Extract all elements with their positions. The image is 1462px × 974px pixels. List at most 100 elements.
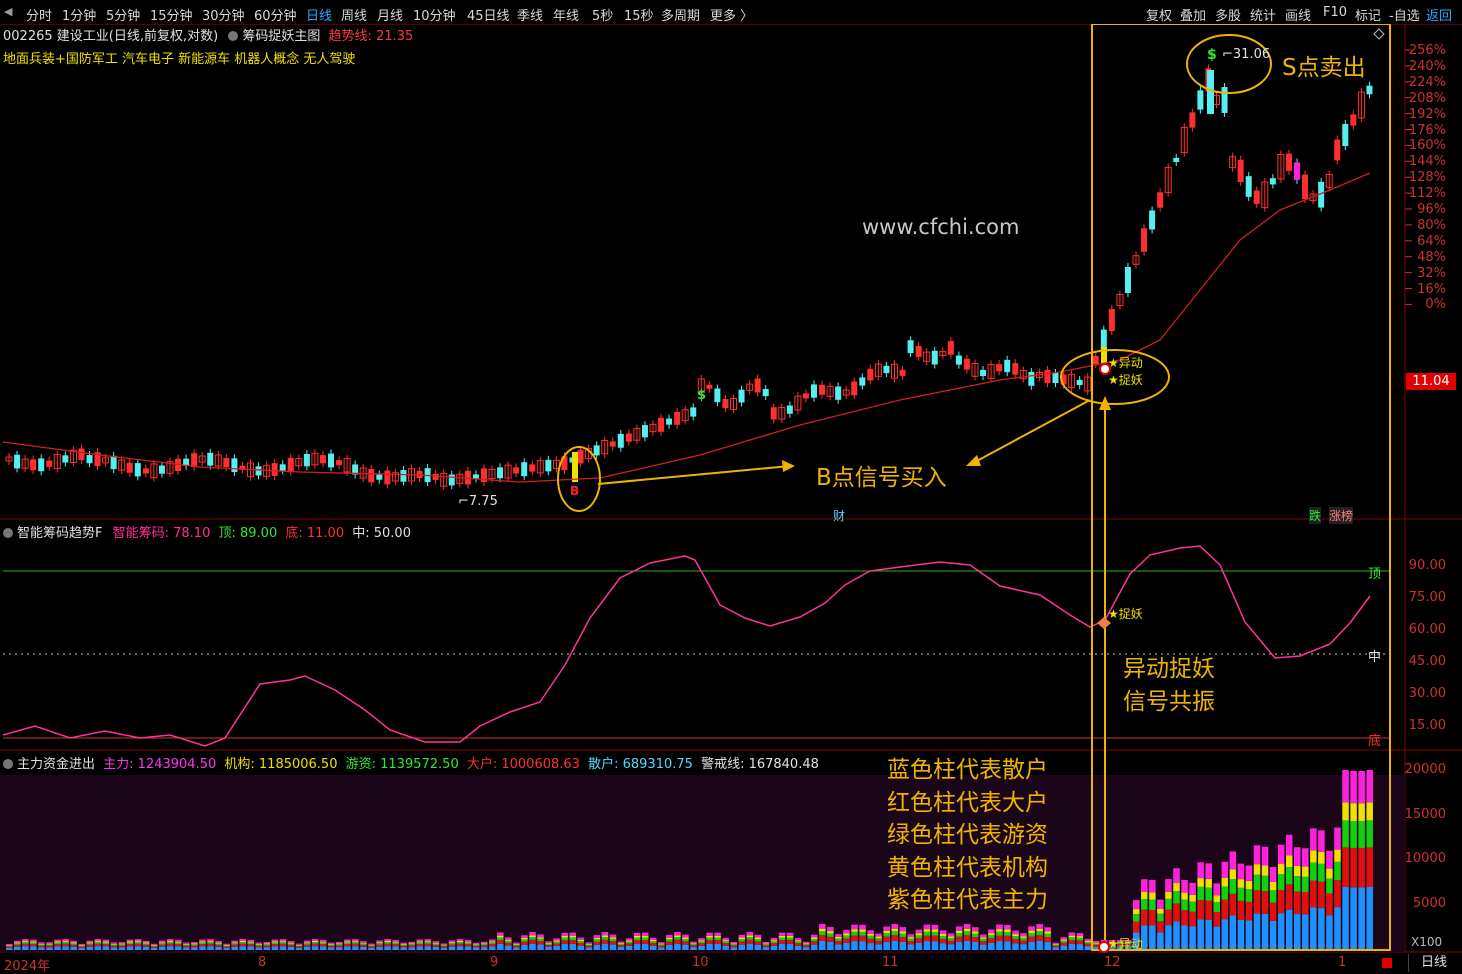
toolbar-item-6[interactable]: 标记 (1355, 5, 1381, 24)
retail-bar (609, 944, 617, 950)
retail-bar (1004, 941, 1011, 950)
inst-bar (303, 942, 311, 944)
period-4[interactable]: 30分钟 (202, 5, 245, 24)
indicator-settings-icon[interactable] (3, 759, 13, 769)
candle-body (955, 355, 962, 365)
indicator-name[interactable]: 筹码捉妖主图 (242, 29, 320, 44)
period-16[interactable]: 更多 〉 (710, 5, 753, 24)
candle-body (1157, 192, 1164, 208)
period-6[interactable]: 日线 (306, 5, 332, 24)
main-bar (303, 940, 311, 943)
big-bar (617, 945, 625, 948)
period-9[interactable]: 10分钟 (413, 5, 456, 24)
candle-body (1173, 157, 1180, 163)
main-bar (183, 942, 190, 944)
indicator-name[interactable]: 智能筹码趋势F (17, 526, 102, 541)
retail-bar (150, 947, 158, 950)
period-14[interactable]: 15秒 (624, 5, 654, 24)
period-11[interactable]: 季线 (517, 5, 543, 24)
inst-bar (1213, 895, 1220, 903)
hot-bar (593, 939, 601, 942)
period-10[interactable]: 45日线 (467, 5, 510, 24)
retail-bar (1149, 925, 1156, 950)
inst-bar (835, 936, 842, 939)
period-15[interactable]: 多周期 (661, 5, 700, 24)
hot-bar (360, 943, 367, 945)
chip-trend-line (2, 545, 1371, 747)
big-bar (14, 944, 21, 947)
hot-bar (86, 943, 93, 945)
retail-bar (1165, 925, 1172, 950)
toolbar-item-5[interactable]: F10 (1323, 5, 1347, 20)
big-bar (1326, 893, 1333, 916)
main-bar (746, 932, 754, 936)
period-1[interactable]: 1分钟 (62, 5, 96, 24)
hot-bar (867, 935, 874, 939)
main-bar (947, 933, 955, 937)
big-bar (1004, 935, 1011, 942)
period-0[interactable]: 分时 (26, 5, 52, 24)
toolbar-item-7[interactable]: -自选 (1389, 5, 1420, 24)
chip-label: 智能筹码: 78.10 (112, 526, 211, 541)
yidong-tag-funds: ★异动 (1108, 937, 1143, 951)
indicator-settings-icon[interactable] (3, 528, 13, 538)
big-bar (1318, 881, 1325, 909)
hot-bar (1173, 891, 1180, 904)
main-bar (489, 939, 496, 942)
inst-label: 机构: 1185006.50 (224, 757, 338, 772)
main-bar (54, 939, 61, 942)
main-bar (255, 942, 263, 944)
drop-marker[interactable]: 跌 (1309, 507, 1322, 524)
main-bar (263, 942, 271, 944)
candle-body (754, 378, 761, 393)
retail-bar (875, 944, 882, 950)
period-2[interactable]: 5分钟 (106, 5, 140, 24)
hot-bar (70, 943, 77, 945)
period-tab-daily[interactable]: 日线 (1408, 954, 1459, 972)
inst-bar (191, 943, 198, 945)
main-bar (1366, 770, 1373, 803)
candle-body (46, 460, 53, 467)
candle-body (1334, 139, 1341, 161)
hot-bar (303, 943, 311, 945)
big-bar (448, 944, 456, 947)
period-12[interactable]: 年线 (553, 5, 579, 24)
toolbar-item-8[interactable]: 返回 (1426, 5, 1452, 24)
retail-bar (698, 945, 705, 950)
funds-name[interactable]: 主力资金进出 (17, 757, 95, 772)
period-8[interactable]: 月线 (377, 5, 403, 24)
retail-bar (658, 947, 665, 950)
retail-bar (988, 942, 995, 950)
toolbar-item-4[interactable]: 画线 (1285, 5, 1311, 24)
big-bar (569, 940, 576, 944)
period-13[interactable]: 5秒 (592, 5, 613, 24)
indicator-axis-label: 60.00 (1408, 622, 1446, 637)
indicator-settings-icon[interactable] (228, 31, 239, 41)
hot-bar (963, 931, 971, 936)
main-bar (1028, 926, 1035, 931)
rise-board-marker[interactable]: 涨榜 (1329, 507, 1354, 524)
period-5[interactable]: 60分钟 (254, 5, 297, 24)
big-bar (690, 945, 697, 948)
toolbar-item-1[interactable]: 叠加 (1180, 5, 1206, 24)
period-3[interactable]: 15分钟 (150, 5, 193, 24)
collapse-left-icon[interactable]: ◀ (4, 5, 12, 18)
finance-marker[interactable]: 财 (833, 507, 845, 524)
big-bar (641, 940, 649, 944)
retail-bar (6, 947, 13, 950)
toolbar-item-2[interactable]: 多股 (1215, 5, 1241, 24)
toolbar-item-0[interactable]: 复权 (1146, 5, 1172, 24)
candle-body (545, 459, 552, 472)
retail-bar (778, 943, 786, 950)
big-bar (537, 941, 544, 945)
hot-bar (247, 942, 254, 945)
toolbar-item-3[interactable]: 统计 (1250, 5, 1276, 24)
hot-bar (110, 944, 118, 946)
big-bar (915, 938, 923, 943)
hot-bar (835, 938, 842, 941)
hot-bar (94, 942, 102, 944)
period-7[interactable]: 周线 (341, 5, 367, 24)
inst-bar (352, 941, 359, 943)
retail-bar (577, 945, 585, 950)
big-bar (94, 943, 102, 947)
